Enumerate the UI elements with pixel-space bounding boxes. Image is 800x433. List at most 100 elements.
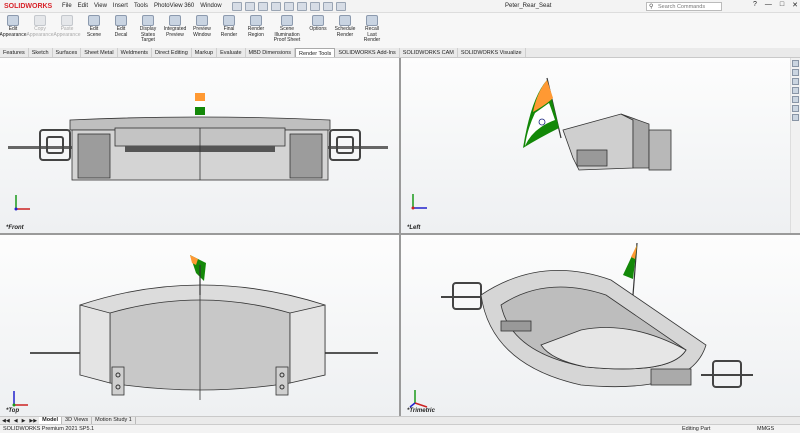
select-icon[interactable] — [309, 1, 320, 11]
options-button[interactable]: Options — [307, 13, 329, 48]
display-states-target-button[interactable]: Display States Target — [137, 13, 159, 48]
solidworks-logo: SOLIDWORKS — [4, 2, 53, 10]
preview-window-icon — [196, 15, 208, 26]
tab-direct-editing[interactable]: Direct Editing — [152, 48, 192, 57]
menu-photoview[interactable]: PhotoView 360 — [154, 3, 194, 9]
menu-file[interactable]: File — [62, 3, 72, 9]
close-icon[interactable]: ✕ — [792, 1, 798, 9]
menu-insert[interactable]: Insert — [113, 3, 128, 9]
tab-3d-views[interactable]: 3D Views — [62, 417, 93, 424]
viewport-label-front: *Front — [6, 225, 24, 231]
tab-surfaces[interactable]: Surfaces — [53, 48, 82, 57]
undo-icon[interactable] — [296, 1, 307, 11]
paste-appearance-button[interactable]: Paste Appearance — [54, 13, 80, 48]
first-tab-icon[interactable]: ◀◀ — [2, 418, 10, 424]
prev-tab-icon[interactable]: ◀ — [14, 418, 18, 424]
menu-view[interactable]: View — [94, 3, 107, 9]
options-icon[interactable] — [335, 1, 346, 11]
search-input[interactable]: ⚲ Search Commands — [646, 2, 722, 11]
viewport-top[interactable]: *Top — [0, 235, 399, 416]
front-view-model — [8, 93, 388, 181]
tab-weldments[interactable]: Weldments — [118, 48, 153, 57]
copy-appearance-button[interactable]: Copy Appearance — [27, 13, 53, 48]
menu-tools[interactable]: Tools — [134, 3, 148, 9]
tab-sketch[interactable]: Sketch — [29, 48, 53, 57]
schedule-icon — [339, 15, 351, 26]
tab-evaluate[interactable]: Evaluate — [217, 48, 246, 57]
tab-visualize[interactable]: SOLIDWORKS Visualize — [458, 48, 526, 57]
display-states-icon — [142, 15, 154, 26]
copy-icon — [34, 15, 46, 26]
viewport-label-left: *Left — [407, 225, 421, 231]
tab-mbd-dimensions[interactable]: MBD Dimensions — [246, 48, 295, 57]
design-library-icon[interactable] — [792, 69, 799, 76]
edit-appearance-button[interactable]: Edit Appearance — [0, 13, 26, 48]
top-view-model — [30, 255, 378, 400]
status-units[interactable]: MMGS — [757, 425, 774, 433]
recall-last-render-button[interactable]: Recall Last Render — [361, 13, 383, 48]
render-region-button[interactable]: Render Region — [245, 13, 267, 48]
scene-illumination-button[interactable]: Scene Illumination Proof Sheet — [272, 13, 302, 48]
search-icon: ⚲ — [649, 4, 654, 10]
menu-window[interactable]: Window — [200, 3, 221, 9]
help-icon[interactable]: ? — [753, 1, 757, 9]
trimetric-view-model — [441, 242, 753, 388]
viewport-label-top: *Top — [6, 408, 20, 414]
viewport-left[interactable]: *Left — [401, 58, 790, 233]
final-render-button[interactable]: Final Render — [218, 13, 240, 48]
print-icon[interactable] — [283, 1, 294, 11]
maximize-icon[interactable]: □ — [780, 1, 784, 9]
integrated-preview-icon — [169, 15, 181, 26]
custom-properties-icon[interactable] — [792, 105, 799, 112]
new-icon[interactable] — [244, 1, 255, 11]
command-manager-ribbon: Edit Appearance Copy Appearance Paste Ap… — [0, 13, 800, 48]
appearance-icon — [7, 15, 19, 26]
illumination-icon — [281, 15, 293, 26]
task-pane-strip — [790, 58, 800, 233]
tab-render-tools[interactable]: Render Tools — [295, 48, 336, 57]
render-region-icon — [250, 15, 262, 26]
rebuild-icon[interactable] — [322, 1, 333, 11]
menu-bar: File Edit View Insert Tools PhotoView 36… — [62, 3, 222, 9]
quick-access-toolbar — [231, 1, 346, 11]
integrated-preview-button[interactable]: Integrated Preview — [164, 13, 186, 48]
left-view-model — [523, 77, 672, 171]
edit-scene-button[interactable]: Edit Scene — [83, 13, 105, 48]
tab-model[interactable]: Model — [39, 417, 63, 424]
forum-icon[interactable] — [792, 114, 799, 121]
resources-icon[interactable] — [792, 60, 799, 67]
viewport-label-trimetric: *Trimetric — [407, 408, 435, 414]
tab-markup[interactable]: Markup — [192, 48, 218, 57]
view-palette-icon[interactable] — [792, 87, 799, 94]
preview-window-button[interactable]: Preview Window — [191, 13, 213, 48]
edit-decal-button[interactable]: Edit Decal — [110, 13, 132, 48]
last-tab-icon[interactable]: ▶▶ — [29, 418, 37, 424]
bottom-tabs: ◀◀ ◀ ▶ ▶▶ Model 3D Views Motion Study 1 — [0, 416, 800, 424]
viewport-trimetric[interactable]: *Trimetric — [401, 235, 800, 416]
paste-icon — [61, 15, 73, 26]
tab-features[interactable]: Features — [0, 48, 29, 57]
viewport-front[interactable]: *Front — [0, 58, 399, 233]
tab-motion-study[interactable]: Motion Study 1 — [92, 417, 136, 424]
search-placeholder: Search Commands — [658, 4, 706, 10]
menu-edit[interactable]: Edit — [78, 3, 88, 9]
status-product: SOLIDWORKS Premium 2021 SP5.1 — [3, 426, 95, 432]
scene-icon — [88, 15, 100, 26]
appearances-icon[interactable] — [792, 96, 799, 103]
coordinate-triad — [12, 191, 34, 215]
minimize-icon[interactable]: — — [765, 1, 772, 9]
home-icon[interactable] — [231, 1, 242, 11]
document-title: Peter_Rear_Seat — [505, 3, 552, 9]
tab-addins[interactable]: SOLIDWORKS Add-Ins — [335, 48, 400, 57]
tab-cam[interactable]: SOLIDWORKS CAM — [400, 48, 458, 57]
tab-sheet-metal[interactable]: Sheet Metal — [81, 48, 118, 57]
viewport-splitter-vertical[interactable] — [399, 58, 401, 416]
command-tabs: Features Sketch Surfaces Sheet Metal Wel… — [0, 48, 800, 58]
open-icon[interactable] — [257, 1, 268, 11]
viewport-splitter-horizontal[interactable] — [0, 233, 800, 235]
next-tab-icon[interactable]: ▶ — [22, 418, 26, 424]
status-mode: Editing Part — [682, 426, 711, 432]
save-icon[interactable] — [270, 1, 281, 11]
file-explorer-icon[interactable] — [792, 78, 799, 85]
schedule-render-button[interactable]: Schedule Render — [334, 13, 356, 48]
